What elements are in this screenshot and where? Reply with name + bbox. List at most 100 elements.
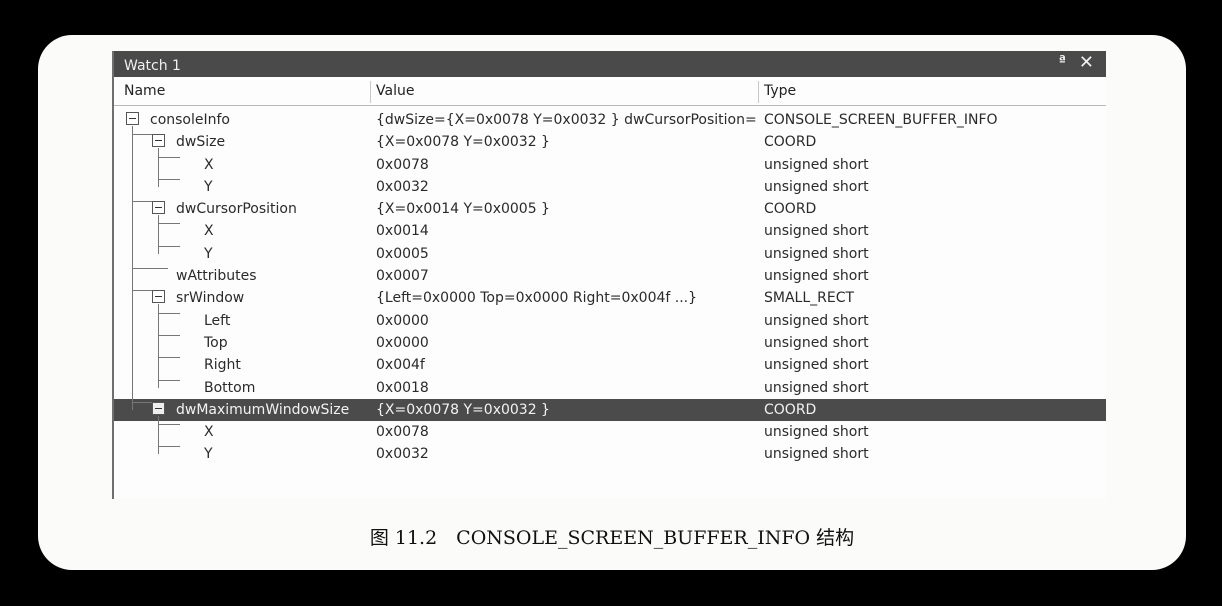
row-name: X xyxy=(204,223,214,240)
window-title: Watch 1 xyxy=(124,58,181,74)
row-name: Y xyxy=(204,245,213,262)
column-separator[interactable] xyxy=(758,81,759,103)
row-type: unsigned short xyxy=(764,268,869,285)
collapse-icon[interactable] xyxy=(152,401,165,415)
watch-row[interactable]: X 0x0078 unsigned short xyxy=(114,421,1106,443)
column-value[interactable]: Value xyxy=(376,83,414,99)
tree-connector xyxy=(158,357,180,359)
collapse-icon[interactable] xyxy=(152,290,165,304)
row-type: unsigned short xyxy=(764,312,869,329)
column-separator[interactable] xyxy=(370,81,371,103)
row-value: {X=0x0078 Y=0x0032 } xyxy=(376,134,550,151)
row-value: 0x0032 xyxy=(376,446,429,463)
row-type: COORD xyxy=(764,134,817,151)
book-page: Watch 1 ª ✕ Name Value Type consoleInfo {… xyxy=(38,35,1186,570)
row-name: dwSize xyxy=(176,134,226,151)
tree-connector xyxy=(132,401,152,403)
row-name: X xyxy=(204,156,214,173)
column-name[interactable]: Name xyxy=(124,83,165,99)
watch-row[interactable]: dwCursorPosition {X=0x0014 Y=0x0005 } COOR… xyxy=(114,198,1106,220)
row-name: Left xyxy=(204,312,231,329)
row-value: 0x0000 xyxy=(376,334,429,351)
row-value: 0x0000 xyxy=(376,312,429,329)
tree-connector xyxy=(158,424,180,426)
tree-connector xyxy=(158,215,159,254)
watch-row[interactable]: dwSize {X=0x0078 Y=0x0032 } COORD xyxy=(114,131,1106,153)
watch-row[interactable]: consoleInfo {dwSize={X=0x0078 Y=0x0032 } … xyxy=(114,109,1106,131)
watch-window: Watch 1 ª ✕ Name Value Type consoleInfo {… xyxy=(112,51,1106,499)
row-value: 0x0007 xyxy=(376,268,429,285)
row-value: {X=0x0014 Y=0x0005 } xyxy=(376,201,550,218)
row-value: 0x0078 xyxy=(376,156,429,173)
figure-caption: 图 11.2 CONSOLE_SCREEN_BUFFER_INFO 结构 xyxy=(369,527,855,549)
tree-connector xyxy=(158,178,180,180)
watch-row[interactable]: Top 0x0000 unsigned short xyxy=(114,332,1106,354)
watch-row[interactable]: Left 0x0000 unsigned short xyxy=(114,310,1106,332)
row-value: {X=0x0078 Y=0x0032 } xyxy=(376,401,550,418)
tree-connector xyxy=(132,268,168,270)
tree-connector xyxy=(158,334,180,336)
collapse-icon[interactable] xyxy=(126,112,139,125)
tree-connector xyxy=(158,415,159,455)
watch-row[interactable]: srWindow {Left=0x0000 Top=0x0000 Right=0x… xyxy=(114,287,1106,309)
tree-connector xyxy=(158,446,180,448)
row-value: {Left=0x0000 Top=0x0000 Right=0x004f ...… xyxy=(376,290,698,307)
row-value: 0x004f xyxy=(376,357,425,374)
tree-connector xyxy=(132,134,152,136)
column-header: Name Value Type xyxy=(114,77,1106,106)
tree-connector xyxy=(158,312,180,314)
row-type: unsigned short xyxy=(764,357,869,374)
collapse-icon[interactable] xyxy=(152,134,165,148)
watch-row[interactable]: Y 0x0032 unsigned short xyxy=(114,443,1106,465)
row-name: consoleInfo xyxy=(150,112,230,128)
row-value: 0x0018 xyxy=(376,379,429,396)
watch-titlebar: Watch 1 ª ✕ xyxy=(114,51,1106,77)
watch-row[interactable]: dwMaximumWindowSize {X=0x0078 Y=0x0032 } C… xyxy=(114,398,1106,422)
row-name: Y xyxy=(204,178,213,195)
row-type: COORD xyxy=(764,201,817,218)
row-value: 0x0078 xyxy=(376,424,429,441)
row-type: COORD xyxy=(764,401,817,418)
tree-connector xyxy=(158,148,159,187)
watch-row[interactable]: wAttributes 0x0007 unsigned short xyxy=(114,265,1106,287)
watch-row[interactable]: Y 0x0005 unsigned short xyxy=(114,243,1106,265)
column-type[interactable]: Type xyxy=(764,83,796,99)
row-name: Bottom xyxy=(204,379,256,396)
pin-icon[interactable]: ª xyxy=(1059,51,1066,73)
close-icon[interactable]: ✕ xyxy=(1079,51,1094,75)
watch-row[interactable]: Y 0x0032 unsigned short xyxy=(114,176,1106,198)
tree-connector xyxy=(158,156,180,158)
row-name: wAttributes xyxy=(176,268,257,285)
row-type: unsigned short xyxy=(764,446,869,463)
watch-rows: consoleInfo {dwSize={X=0x0078 Y=0x0032 } … xyxy=(114,109,1106,466)
row-value: 0x0032 xyxy=(376,178,429,195)
watch-row[interactable]: X 0x0014 unsigned short xyxy=(114,220,1106,242)
watch-row[interactable]: Right 0x004f unsigned short xyxy=(114,354,1106,376)
collapse-icon[interactable] xyxy=(152,201,165,215)
tree-connector xyxy=(158,304,159,388)
row-type: unsigned short xyxy=(764,245,869,262)
row-name: srWindow xyxy=(176,290,245,307)
row-type: unsigned short xyxy=(764,424,869,441)
tree-connector xyxy=(158,379,180,381)
row-type: unsigned short xyxy=(764,178,869,195)
tree-connector xyxy=(158,245,180,247)
row-type: unsigned short xyxy=(764,379,869,396)
row-name: Y xyxy=(204,446,213,463)
row-type: unsigned short xyxy=(764,334,869,351)
row-name: Top xyxy=(204,334,228,351)
watch-row[interactable]: X 0x0078 unsigned short xyxy=(114,154,1106,176)
tree-connector xyxy=(132,201,152,203)
tree-connector xyxy=(132,126,133,410)
row-name: dwCursorPosition xyxy=(176,201,297,218)
watch-row[interactable]: Bottom 0x0018 unsigned short xyxy=(114,377,1106,399)
row-type: SMALL_RECT xyxy=(764,290,855,307)
row-type: CONSOLE_SCREEN_BUFFER_INFO xyxy=(764,112,998,128)
row-type: unsigned short xyxy=(764,156,869,173)
row-name: Right xyxy=(204,357,241,374)
row-value: 0x0005 xyxy=(376,245,429,262)
tree-connector xyxy=(132,290,152,292)
row-value: 0x0014 xyxy=(376,223,429,240)
row-name: dwMaximumWindowSize xyxy=(176,401,350,418)
tree-connector xyxy=(158,223,180,225)
